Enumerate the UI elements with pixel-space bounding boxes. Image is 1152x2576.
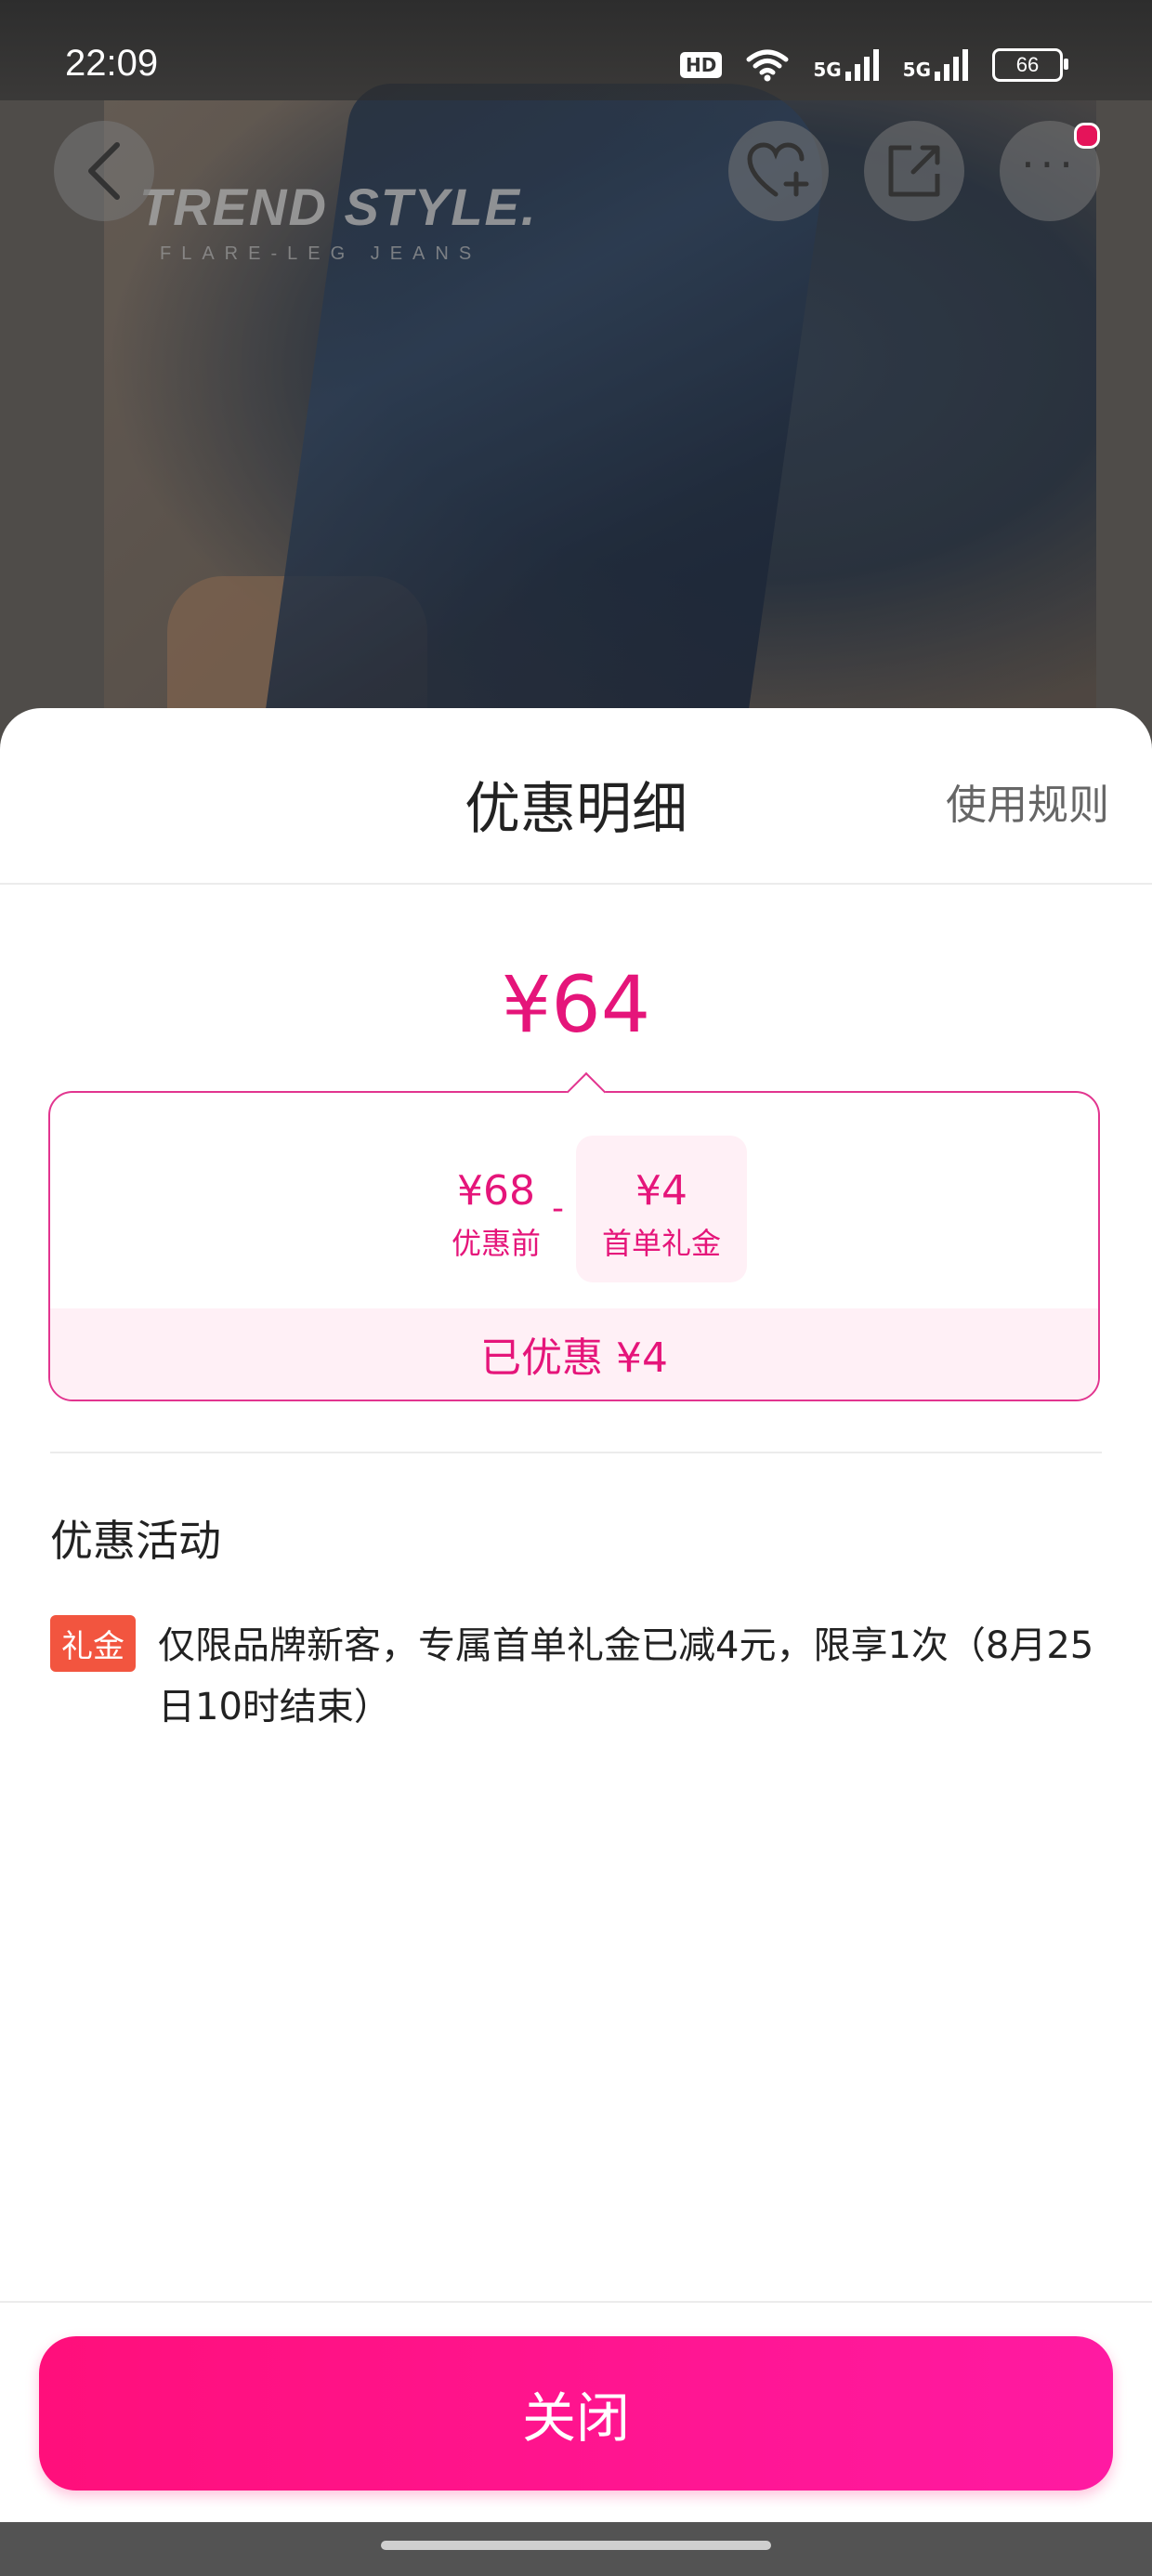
promotion-description: 仅限品牌新客，专属首单礼金已减4元，限享1次（8月25日10时结束） — [158, 1624, 1094, 1728]
hd-voice-icon: HD — [679, 52, 723, 78]
notification-dot — [1074, 123, 1100, 149]
modal-dim-overlay — [0, 0, 1152, 743]
footer-divider — [0, 2301, 1152, 2303]
battery-icon: 66 — [992, 48, 1068, 82]
final-price: ¥64 — [501, 959, 651, 1050]
usage-rules-link[interactable]: 使用规则 — [946, 771, 1109, 831]
chevron-left-icon — [88, 142, 120, 200]
coupon-item: ¥4 首单礼金 — [576, 1136, 747, 1282]
add-favorite-button[interactable] — [728, 121, 829, 221]
total-saved-bar: 已优惠 ¥4 — [50, 1308, 1098, 1400]
promotion-badge: 礼金 — [50, 1615, 136, 1672]
heart-plus-icon — [747, 142, 809, 197]
coupon-amount: ¥4 — [635, 1167, 687, 1215]
coupon-label: 首单礼金 — [601, 1226, 721, 1261]
price-breakdown-card: ¥68 优惠前 - ¥4 首单礼金 已优惠 ¥4 — [48, 1071, 1100, 1401]
cellular-signal-2-icon: 5G — [903, 49, 968, 81]
status-icons: HD 5G 5G 66 — [679, 48, 1068, 82]
status-time: 22:09 — [65, 43, 159, 84]
breakdown-items: ¥68 优惠前 - ¥4 首单礼金 — [50, 1093, 1098, 1312]
minus-sign: - — [552, 1189, 564, 1228]
product-image-background: TREND STYLE. FLARE-LEG JEANS — [0, 0, 1152, 762]
system-navigation-bar — [0, 2522, 1152, 2576]
network-type-label: 5G — [902, 59, 931, 81]
section-divider — [50, 1452, 1102, 1453]
back-button[interactable] — [54, 121, 154, 221]
close-button[interactable]: 关闭 — [39, 2336, 1113, 2491]
home-indicator[interactable] — [381, 2541, 771, 2550]
promotions-section-title: 优惠活动 — [50, 1516, 221, 1566]
status-bar: 22:09 HD 5G 5G 66 — [0, 0, 1152, 100]
share-icon — [888, 145, 940, 197]
network-type-label: 5G — [813, 59, 842, 81]
header-divider — [0, 883, 1152, 885]
wifi-icon — [746, 49, 789, 82]
cellular-signal-1-icon: 5G — [813, 49, 879, 81]
more-icon: ··· — [1021, 139, 1079, 190]
share-button[interactable] — [864, 121, 964, 221]
discount-detail-sheet: 优惠明细 使用规则 ¥64 ¥68 优惠前 - ¥4 首单礼金 已优惠 ¥4 优… — [0, 708, 1152, 2522]
